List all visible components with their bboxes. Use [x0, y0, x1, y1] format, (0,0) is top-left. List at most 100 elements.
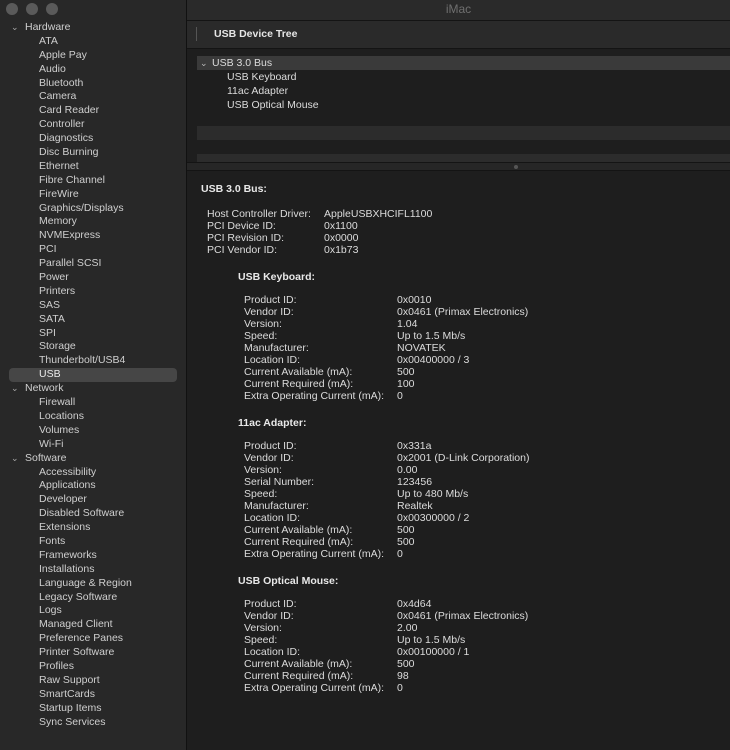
device-property-row: Current Available (mA): 500	[201, 524, 730, 536]
sidebar-item-firewire[interactable]: FireWire	[0, 188, 186, 202]
sidebar-item-language-region[interactable]: Language & Region	[0, 577, 186, 591]
sidebar-item-disc-burning[interactable]: Disc Burning	[0, 146, 186, 160]
sidebar-item-firewall[interactable]: Firewall	[0, 396, 186, 410]
sidebar-item-controller[interactable]: Controller	[0, 118, 186, 132]
sidebar: ⌄ Hardware ATA Apple Pay Audio Bluetooth Camer…	[0, 0, 187, 750]
device-tree-empty-row	[197, 112, 730, 126]
sidebar-item-locations[interactable]: Locations	[0, 410, 186, 424]
sidebar-group-network[interactable]: ⌄ Network	[0, 382, 186, 396]
property-value: 500	[397, 658, 415, 670]
property-value: 0	[397, 682, 403, 694]
property-key: PCI Vendor ID:	[207, 244, 278, 256]
sidebar-item-disabled-software[interactable]: Disabled Software	[0, 507, 186, 521]
sidebar-item-printer-software[interactable]: Printer Software	[0, 646, 186, 660]
sidebar-item-usb[interactable]: USB	[9, 368, 177, 383]
device-property-row: Manufacturer: NOVATEK	[201, 342, 730, 354]
sidebar-item-startup-items[interactable]: Startup Items	[0, 702, 186, 716]
sidebar-item-wi-fi[interactable]: Wi-Fi	[0, 438, 186, 452]
sidebar-item-ata[interactable]: ATA	[0, 35, 186, 49]
zoom-window-button[interactable]	[46, 3, 58, 15]
property-value: 0	[397, 390, 403, 402]
device-property-row: Product ID: 0x331a	[201, 440, 730, 452]
sidebar-item-fibre-channel[interactable]: Fibre Channel	[0, 174, 186, 188]
sidebar-item-managed-client[interactable]: Managed Client	[0, 618, 186, 632]
device-tree-row[interactable]: ⌄ USB 3.0 Bus	[197, 56, 730, 70]
sidebar-item-logs[interactable]: Logs	[0, 604, 186, 618]
sidebar-item-diagnostics[interactable]: Diagnostics	[0, 132, 186, 146]
sidebar-item-fonts[interactable]: Fonts	[0, 535, 186, 549]
chevron-down-icon[interactable]: ⌄	[11, 382, 21, 396]
sidebar-item-sata[interactable]: SATA	[0, 313, 186, 327]
device-property-row: Current Required (mA): 500	[201, 536, 730, 548]
sidebar-item-smartcards[interactable]: SmartCards	[0, 688, 186, 702]
property-value: Up to 480 Mb/s	[397, 488, 469, 500]
property-value: 0x1b73	[324, 244, 359, 256]
details-pane: USB 3.0 Bus: Host Controller Driver: Appl…	[201, 182, 730, 694]
sidebar-item-bluetooth[interactable]: Bluetooth	[0, 77, 186, 91]
sidebar-group-hardware[interactable]: ⌄ Hardware	[0, 21, 186, 35]
device-section: USB Keyboard: Product ID: 0x0010 Vendor ID:…	[201, 270, 730, 402]
device-property-row: Location ID: 0x00100000 / 1	[201, 646, 730, 658]
property-value: 0x0000	[324, 232, 359, 244]
sidebar-item-frameworks[interactable]: Frameworks	[0, 549, 186, 563]
device-property-row: Location ID: 0x00300000 / 2	[201, 512, 730, 524]
sidebar-item-preference-panes[interactable]: Preference Panes	[0, 632, 186, 646]
bus-property-row: Host Controller Driver: AppleUSBXHCIFL110…	[201, 208, 730, 220]
sidebar-item-card-reader[interactable]: Card Reader	[0, 104, 186, 118]
property-key: Speed:	[244, 634, 278, 646]
bus-properties: Host Controller Driver: AppleUSBXHCIFL110…	[201, 208, 730, 256]
sidebar-item-applications[interactable]: Applications	[0, 479, 186, 493]
sidebar-item-accessibility[interactable]: Accessibility	[0, 466, 186, 480]
sidebar-item-profiles[interactable]: Profiles	[0, 660, 186, 674]
device-tree-row[interactable]: USB Keyboard	[197, 70, 730, 84]
sidebar-item-legacy-software[interactable]: Legacy Software	[0, 591, 186, 605]
sidebar-item-raw-support[interactable]: Raw Support	[0, 674, 186, 688]
minimize-window-button[interactable]	[26, 3, 38, 15]
property-key: Serial Number:	[244, 476, 315, 488]
sidebar-item-spi[interactable]: SPI	[0, 327, 186, 341]
sidebar-item-printers[interactable]: Printers	[0, 285, 186, 299]
device-section: 11ac Adapter: Product ID: 0x331a Vendor ID:…	[201, 416, 730, 560]
sidebar-item-camera[interactable]: Camera	[0, 90, 186, 104]
property-key: Current Available (mA):	[244, 366, 353, 378]
chevron-down-icon[interactable]: ⌄	[200, 56, 208, 70]
device-property-row: Speed: Up to 480 Mb/s	[201, 488, 730, 500]
property-key: Vendor ID:	[244, 452, 294, 464]
sidebar-item-nvmexpress[interactable]: NVMExpress	[0, 229, 186, 243]
sidebar-item-ethernet[interactable]: Ethernet	[0, 160, 186, 174]
sidebar-item-apple-pay[interactable]: Apple Pay	[0, 49, 186, 63]
device-property-row: Version: 1.04	[201, 318, 730, 330]
sidebar-item-sync-services[interactable]: Sync Services	[0, 716, 186, 730]
divider-handle-icon[interactable]	[514, 165, 518, 169]
sidebar-group-software[interactable]: ⌄ Software	[0, 452, 186, 466]
sidebar-item-storage[interactable]: Storage	[0, 340, 186, 354]
property-value: 0x00400000 / 3	[397, 354, 470, 366]
chevron-down-icon[interactable]: ⌄	[11, 452, 21, 466]
sidebar-item-audio[interactable]: Audio	[0, 63, 186, 77]
device-tree-row[interactable]: 11ac Adapter	[197, 84, 730, 98]
sidebar-item-graphics-displays[interactable]: Graphics/Displays	[0, 202, 186, 216]
property-key: Product ID:	[244, 440, 297, 452]
device-section: USB Optical Mouse: Product ID: 0x4d64 Vendo…	[201, 574, 730, 694]
sidebar-item-thunderbolt-usb4[interactable]: Thunderbolt/USB4	[0, 354, 186, 368]
bus-property-row: PCI Vendor ID: 0x1b73	[201, 244, 730, 256]
property-value: Realtek	[397, 500, 433, 512]
bus-property-row: PCI Revision ID: 0x0000	[201, 232, 730, 244]
sidebar-item-parallel-scsi[interactable]: Parallel SCSI	[0, 257, 186, 271]
device-tree-row[interactable]: USB Optical Mouse	[197, 98, 730, 112]
sidebar-item-developer[interactable]: Developer	[0, 493, 186, 507]
sidebar-item-volumes[interactable]: Volumes	[0, 424, 186, 438]
property-key: Extra Operating Current (mA):	[244, 390, 385, 402]
close-window-button[interactable]	[6, 3, 18, 15]
device-property-row: Extra Operating Current (mA): 0	[201, 682, 730, 694]
sidebar-item-power[interactable]: Power	[0, 271, 186, 285]
sidebar-item-memory[interactable]: Memory	[0, 215, 186, 229]
property-key: Location ID:	[244, 354, 301, 366]
sidebar-item-pci[interactable]: PCI	[0, 243, 186, 257]
sidebar-item-installations[interactable]: Installations	[0, 563, 186, 577]
chevron-down-icon[interactable]: ⌄	[11, 21, 21, 35]
property-value: AppleUSBXHCIFL1100	[324, 208, 433, 220]
split-divider[interactable]	[187, 162, 730, 171]
sidebar-item-extensions[interactable]: Extensions	[0, 521, 186, 535]
sidebar-item-sas[interactable]: SAS	[0, 299, 186, 313]
